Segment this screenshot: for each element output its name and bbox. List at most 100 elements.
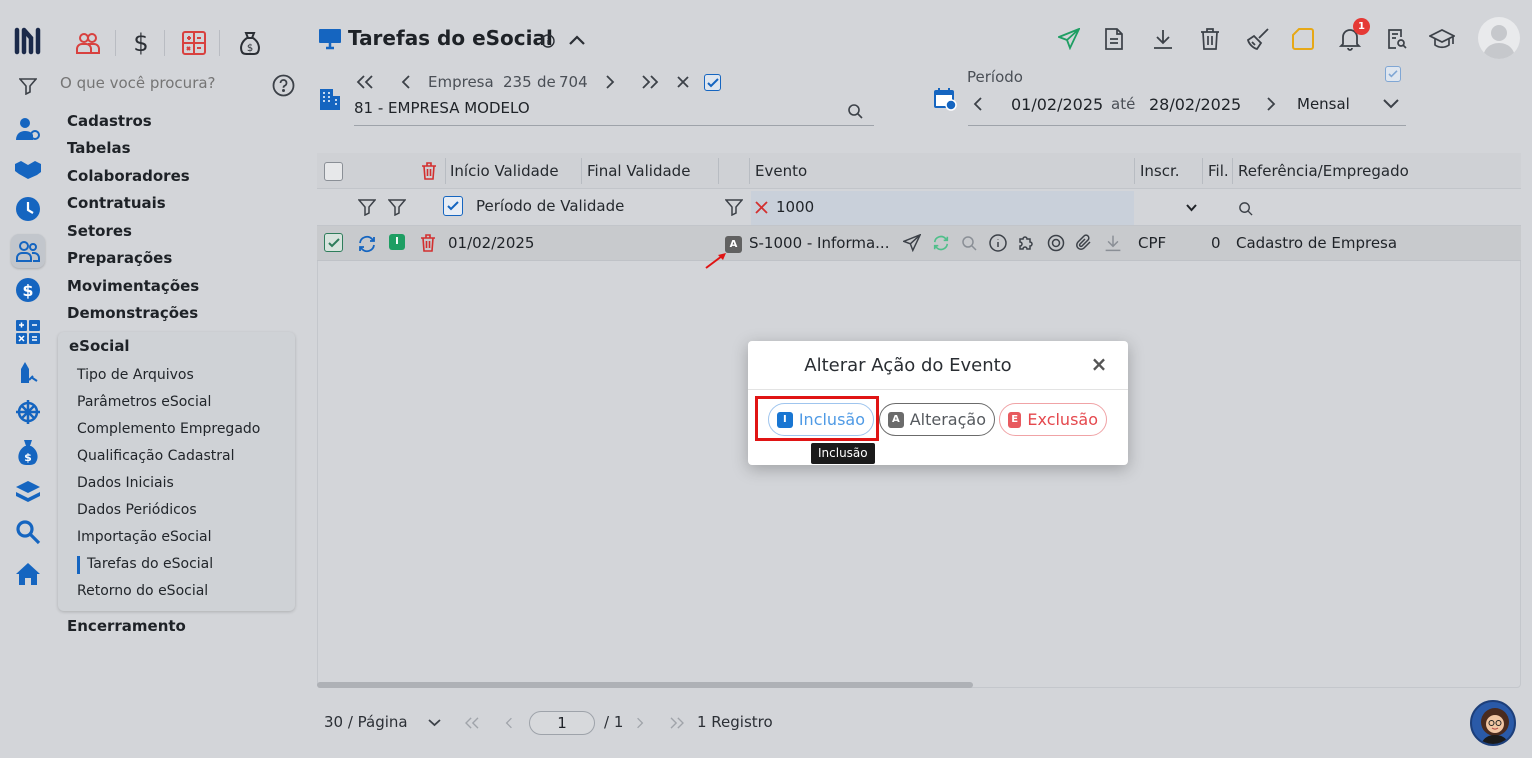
event-filter-input[interactable]: 1000 bbox=[776, 198, 814, 216]
last-page-icon[interactable] bbox=[640, 72, 660, 92]
select-all-checkbox[interactable] bbox=[324, 162, 343, 181]
col-inicio-validade[interactable]: Início Validade bbox=[450, 162, 559, 180]
row-checkbox[interactable] bbox=[324, 233, 343, 252]
submenu-complemento-empregado[interactable]: Complemento Empregado bbox=[77, 421, 260, 437]
exclusao-button[interactable]: E Exclusão bbox=[999, 403, 1107, 436]
alteracao-button[interactable]: A Alteração bbox=[879, 403, 995, 436]
document-icon[interactable] bbox=[1101, 26, 1127, 52]
menu-contratuais[interactable]: Contratuais bbox=[67, 194, 166, 212]
prev-company-icon[interactable] bbox=[396, 72, 416, 92]
chevron-down-icon[interactable] bbox=[1183, 200, 1199, 216]
accounting-app-icon[interactable] bbox=[179, 28, 209, 58]
submenu-qualificacao-cadastral[interactable]: Qualificação Cadastral bbox=[77, 448, 234, 464]
company-selected[interactable]: 81 - EMPRESA MODELO bbox=[354, 99, 530, 117]
col-referencia[interactable]: Referência/Empregado bbox=[1238, 162, 1409, 180]
delete-header-icon[interactable] bbox=[419, 161, 439, 181]
menu-search-input[interactable] bbox=[60, 74, 260, 92]
user-settings-icon[interactable] bbox=[14, 115, 42, 143]
submenu-tipo-arquivos[interactable]: Tipo de Arquivos bbox=[77, 367, 194, 383]
menu-tabelas[interactable]: Tabelas bbox=[67, 139, 131, 157]
col-final-validade[interactable]: Final Validade bbox=[587, 162, 690, 180]
company-search-icon[interactable] bbox=[845, 101, 865, 121]
chevron-down-icon[interactable] bbox=[426, 716, 442, 730]
trash-icon[interactable] bbox=[1197, 26, 1223, 52]
money-bag-app-icon[interactable]: $ bbox=[235, 28, 265, 58]
row-delete-icon[interactable] bbox=[418, 233, 438, 253]
submenu-importacao-esocial[interactable]: Importação eSocial bbox=[77, 529, 211, 545]
calculator-icon[interactable] bbox=[14, 318, 42, 346]
graph-pen-icon[interactable] bbox=[14, 358, 42, 386]
network-icon[interactable] bbox=[14, 398, 42, 426]
assistant-avatar[interactable] bbox=[1470, 700, 1516, 746]
menu-setores[interactable]: Setores bbox=[67, 222, 132, 240]
period-prev-icon[interactable] bbox=[968, 94, 988, 114]
calendar-icon[interactable] bbox=[932, 86, 958, 112]
period-start[interactable]: 01/02/2025 bbox=[1011, 95, 1103, 114]
first-page-icon[interactable] bbox=[355, 72, 375, 92]
download-icon[interactable] bbox=[1103, 233, 1123, 253]
action-badge[interactable]: A bbox=[725, 236, 742, 253]
submenu-dados-periodicos[interactable]: Dados Periódicos bbox=[77, 502, 197, 518]
download-icon[interactable] bbox=[1150, 26, 1176, 52]
menu-encerramento[interactable]: Encerramento bbox=[67, 617, 186, 635]
search-icon[interactable] bbox=[1236, 199, 1254, 217]
menu-cadastros[interactable]: Cadastros bbox=[67, 112, 152, 130]
filter-icon[interactable] bbox=[357, 197, 377, 217]
first-page-icon[interactable] bbox=[463, 716, 481, 730]
home-icon[interactable] bbox=[14, 560, 42, 588]
info-icon[interactable] bbox=[540, 33, 555, 48]
dollar-circle-icon[interactable]: $ bbox=[14, 276, 42, 304]
layers-icon[interactable] bbox=[14, 478, 42, 506]
clock-icon[interactable] bbox=[14, 195, 42, 223]
period-type-select[interactable]: Mensal bbox=[1297, 95, 1350, 113]
close-company-icon[interactable] bbox=[673, 72, 693, 92]
broom-icon[interactable] bbox=[1245, 26, 1271, 52]
chevron-up-icon[interactable] bbox=[567, 30, 587, 50]
period-end[interactable]: 28/02/2025 bbox=[1149, 95, 1241, 114]
search-icon[interactable] bbox=[959, 233, 979, 253]
col-evento[interactable]: Evento bbox=[755, 162, 807, 180]
col-inscr[interactable]: Inscr. bbox=[1140, 162, 1180, 180]
page-size-select[interactable]: 30 / Página bbox=[324, 713, 408, 731]
submenu-retorno-esocial[interactable]: Retorno do eSocial bbox=[77, 583, 208, 599]
filter-icon[interactable] bbox=[724, 197, 744, 217]
horizontal-scrollbar[interactable] bbox=[317, 682, 973, 688]
period-validity-checkbox[interactable] bbox=[443, 196, 463, 216]
submenu-tarefas-esocial[interactable]: Tarefas do eSocial bbox=[87, 556, 213, 572]
menu-esocial[interactable]: eSocial bbox=[69, 337, 130, 355]
money-bag-icon[interactable]: $ bbox=[14, 438, 42, 466]
prev-page-icon[interactable] bbox=[503, 716, 515, 730]
close-icon[interactable]: × bbox=[1088, 353, 1110, 375]
menu-preparacoes[interactable]: Preparações bbox=[67, 249, 172, 267]
people-app-icon[interactable] bbox=[73, 28, 103, 58]
submenu-dados-iniciais[interactable]: Dados Iniciais bbox=[77, 475, 174, 491]
filter-icon[interactable] bbox=[18, 76, 38, 96]
graduation-cap-icon[interactable] bbox=[1429, 26, 1455, 52]
filter-icon[interactable] bbox=[387, 197, 407, 217]
handshake-icon[interactable] bbox=[14, 155, 42, 183]
sticky-note-icon[interactable] bbox=[1290, 26, 1316, 52]
company-checkbox[interactable] bbox=[704, 74, 721, 91]
period-checkbox[interactable] bbox=[1385, 66, 1401, 82]
refresh-icon[interactable] bbox=[931, 233, 951, 253]
menu-colaboradores[interactable]: Colaboradores bbox=[67, 167, 190, 185]
send-event-icon[interactable] bbox=[902, 233, 922, 253]
col-fil[interactable]: Fil. bbox=[1208, 162, 1229, 180]
send-icon[interactable] bbox=[1056, 26, 1082, 52]
chevron-down-icon[interactable] bbox=[1381, 94, 1401, 114]
help-icon[interactable] bbox=[271, 73, 295, 97]
finance-app-icon[interactable]: $ bbox=[126, 28, 156, 58]
document-search-icon[interactable] bbox=[1384, 26, 1410, 52]
user-avatar[interactable] bbox=[1478, 17, 1520, 59]
sync-icon[interactable] bbox=[356, 233, 378, 255]
settings-icon[interactable] bbox=[1046, 233, 1066, 253]
search-nav-icon[interactable] bbox=[14, 518, 42, 546]
submenu-parametros-esocial[interactable]: Parâmetros eSocial bbox=[77, 394, 211, 410]
period-validity-filter[interactable]: Período de Validade bbox=[476, 197, 624, 215]
attachment-icon[interactable] bbox=[1074, 233, 1094, 253]
menu-movimentacoes[interactable]: Movimentações bbox=[67, 277, 199, 295]
period-next-icon[interactable] bbox=[1261, 94, 1281, 114]
app-logo-icon[interactable] bbox=[14, 26, 44, 56]
puzzle-icon[interactable] bbox=[1016, 233, 1036, 253]
page-input[interactable]: 1 bbox=[529, 711, 595, 735]
